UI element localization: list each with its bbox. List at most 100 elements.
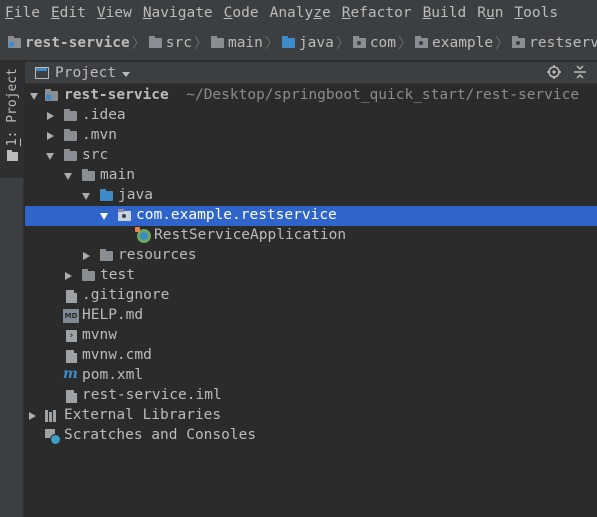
chevron-right-icon: 〉 xyxy=(193,35,208,52)
tree-row-src[interactable]: src xyxy=(25,146,597,166)
tree-label: main xyxy=(100,167,135,183)
breadcrumb-label: example xyxy=(432,34,494,51)
maven-icon: m xyxy=(63,366,78,382)
tree-row-mvnw-cmd[interactable]: mvnw.cmd xyxy=(25,346,597,366)
tree-row-mvnw[interactable]: › mvnw xyxy=(25,326,597,346)
tree-row-iml[interactable]: rest-service.iml xyxy=(25,386,597,406)
source-folder-icon xyxy=(100,189,113,201)
panel-actions xyxy=(547,65,587,79)
folder-icon xyxy=(6,150,18,162)
breadcrumb-label: rest-service xyxy=(25,34,130,51)
tree-row-help-md[interactable]: MD HELP.md xyxy=(25,306,597,326)
folder-icon xyxy=(148,35,162,48)
text-file-icon xyxy=(66,350,77,363)
chevron-right-icon: 〉 xyxy=(264,35,279,52)
source-folder-icon xyxy=(281,35,295,48)
project-panel-header: Project xyxy=(25,62,597,84)
expand-arrow-down-icon[interactable] xyxy=(46,153,54,160)
project-view-icon xyxy=(35,66,49,79)
breadcrumb-com[interactable]: com xyxy=(352,34,397,51)
folder-icon xyxy=(82,169,95,181)
tree-label: com.example.restservice xyxy=(136,207,337,223)
menu-bar: File Edit View Navigate Code Analyze Ref… xyxy=(0,0,597,25)
breadcrumb-restservice[interactable]: restservice xyxy=(512,35,597,51)
expand-arrow-down-icon[interactable] xyxy=(100,213,108,220)
menu-analyze[interactable]: Analyze xyxy=(265,5,337,21)
menu-code[interactable]: Code xyxy=(219,5,265,21)
menu-build[interactable]: Build xyxy=(418,5,473,21)
project-view-selector[interactable]: Project xyxy=(55,65,116,81)
module-folder-icon xyxy=(45,89,58,101)
folder-icon xyxy=(210,35,224,48)
tree-row-idea[interactable]: .idea xyxy=(25,106,597,126)
breadcrumb-label: main xyxy=(227,34,263,51)
tree-label: .mvn xyxy=(82,127,117,143)
module-file-icon xyxy=(66,390,77,403)
tree-label: External Libraries xyxy=(64,407,222,423)
shell-script-icon: › xyxy=(66,330,77,342)
breadcrumb-main[interactable]: main xyxy=(210,34,263,51)
tree-row-java[interactable]: java xyxy=(25,186,597,206)
menu-file[interactable]: File xyxy=(0,5,46,21)
breadcrumb-label: src xyxy=(165,34,192,51)
tree-row-main[interactable]: main xyxy=(25,166,597,186)
project-tool-tab[interactable]: 1: Project xyxy=(0,62,24,178)
breadcrumb-java[interactable]: java xyxy=(281,35,334,51)
expand-arrow-right-icon[interactable] xyxy=(47,112,54,120)
expand-arrow-right-icon[interactable] xyxy=(83,252,90,260)
collapse-all-icon[interactable] xyxy=(573,65,587,79)
tree-label: .gitignore xyxy=(82,287,170,303)
tool-window-strip: 1: Project xyxy=(0,62,24,517)
expand-arrow-down-icon[interactable] xyxy=(64,173,72,180)
tree-label: RestServiceApplication xyxy=(154,227,347,243)
chevron-down-icon[interactable] xyxy=(122,71,131,77)
tree-row-package-selected[interactable]: com.example.restservice xyxy=(25,206,597,226)
tree-label: HELP.md xyxy=(82,307,144,323)
expand-arrow-down-icon[interactable] xyxy=(82,193,90,200)
tree-label: resources xyxy=(118,247,197,263)
chevron-right-icon: 〉 xyxy=(495,35,510,52)
tree-row-external-libraries[interactable]: External Libraries xyxy=(25,406,597,426)
chevron-right-icon: 〉 xyxy=(398,35,413,52)
markdown-file-icon: MD xyxy=(63,309,79,323)
tree-label: rest-service ~/Desktop/springboot_quick_… xyxy=(64,87,580,103)
resources-folder-icon xyxy=(100,249,113,261)
tree-row-restserviceapplication[interactable]: RestServiceApplication xyxy=(25,226,597,246)
tree-row-rest-service[interactable]: rest-service ~/Desktop/springboot_quick_… xyxy=(25,86,597,106)
menu-refactor[interactable]: Refactor xyxy=(337,5,418,21)
breadcrumb-src[interactable]: src xyxy=(148,34,192,51)
menu-view[interactable]: View xyxy=(92,5,138,21)
tree-row-gitignore[interactable]: .gitignore xyxy=(25,286,597,306)
menu-tools[interactable]: Tools xyxy=(509,5,564,21)
tree-label: test xyxy=(100,267,135,283)
scratches-icon xyxy=(45,429,61,445)
breadcrumb-rest-service[interactable]: rest-service xyxy=(8,35,130,51)
tree-label: rest-service.iml xyxy=(82,387,222,403)
folder-icon xyxy=(64,129,77,141)
expand-arrow-right-icon[interactable] xyxy=(47,132,54,140)
breadcrumb-label: com xyxy=(369,34,397,51)
tree-row-resources[interactable]: resources xyxy=(25,246,597,266)
menu-run[interactable]: Run xyxy=(472,5,509,21)
project-tool-tab-label: 1: Project xyxy=(4,68,20,147)
menu-navigate[interactable]: Navigate xyxy=(138,5,219,21)
menu-edit[interactable]: Edit xyxy=(46,5,92,21)
module-folder-icon xyxy=(8,35,21,48)
tree-row-test[interactable]: test xyxy=(25,266,597,286)
chevron-right-icon: 〉 xyxy=(131,35,146,52)
package-icon xyxy=(118,209,131,221)
tree-row-pom-xml[interactable]: m pom.xml xyxy=(25,366,597,386)
tree-row-mvn[interactable]: .mvn xyxy=(25,126,597,146)
expand-arrow-right-icon[interactable] xyxy=(29,412,36,420)
expand-arrow-right-icon[interactable] xyxy=(65,272,72,280)
expand-arrow-down-icon[interactable] xyxy=(30,93,38,100)
tree-label: pom.xml xyxy=(82,367,144,383)
package-icon xyxy=(415,35,429,48)
tree-label: mvnw.cmd xyxy=(82,347,152,363)
breadcrumb-example[interactable]: example xyxy=(415,35,493,51)
ignore-file-icon xyxy=(66,290,77,303)
tree-row-scratches[interactable]: Scratches and Consoles xyxy=(25,426,597,446)
locate-icon[interactable] xyxy=(547,65,561,79)
tree-label: .idea xyxy=(82,107,126,123)
package-icon xyxy=(352,35,366,48)
